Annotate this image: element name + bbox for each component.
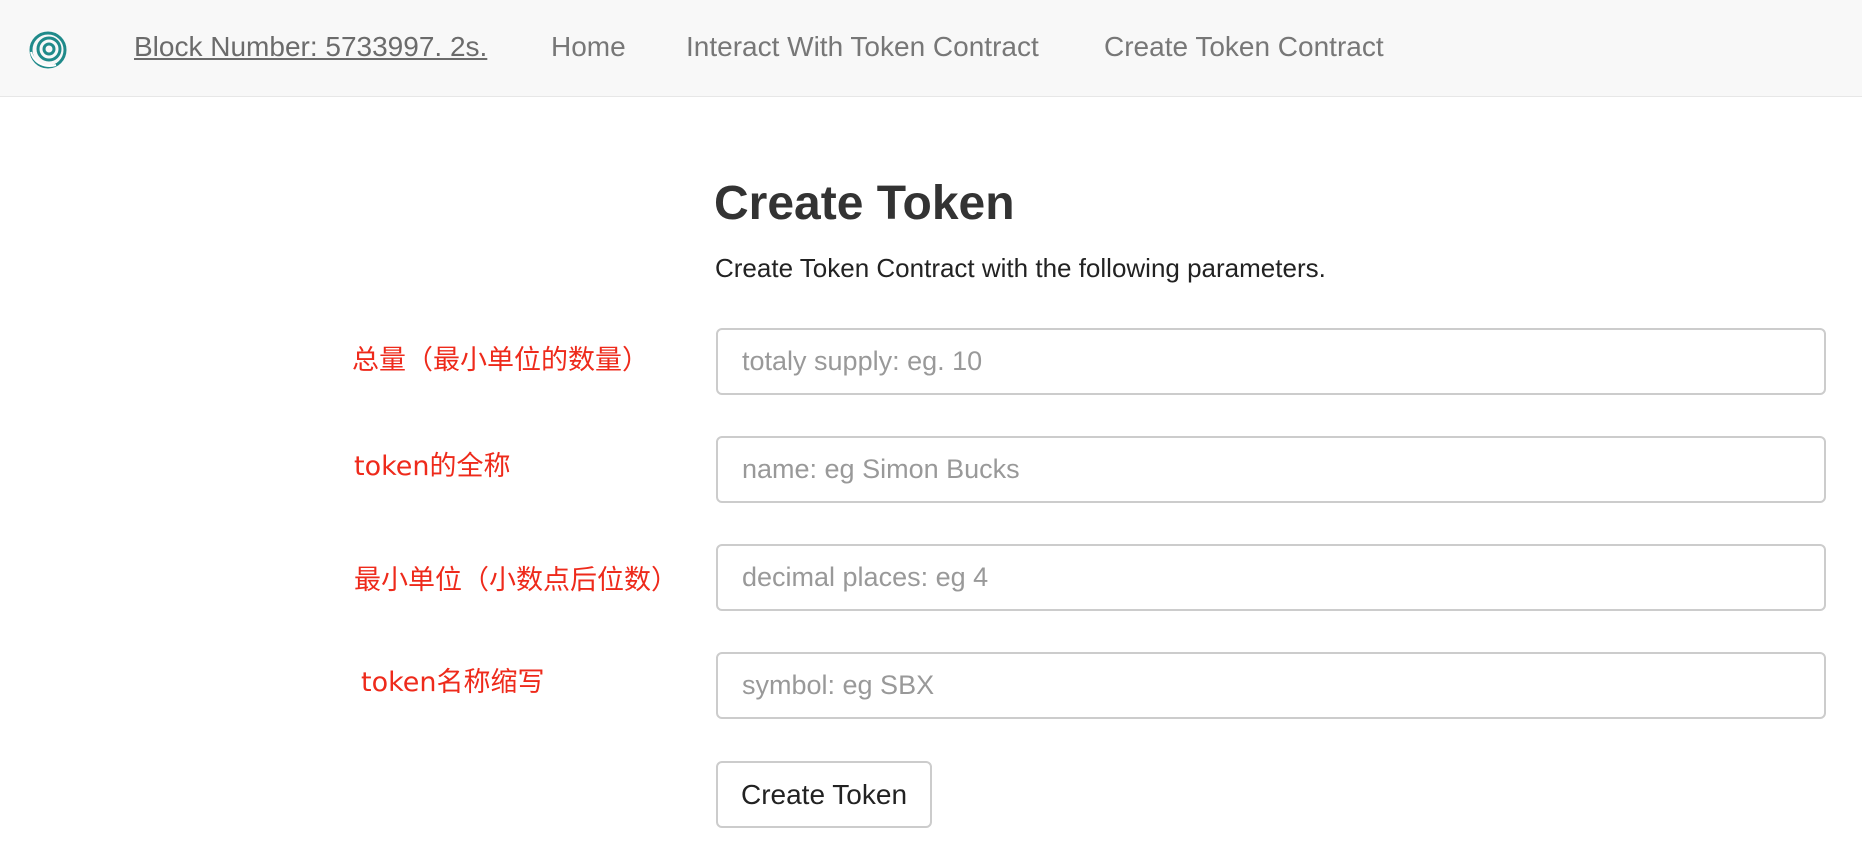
total-supply-annotation: 总量（最小单位的数量） xyxy=(352,345,649,376)
page-description: Create Token Contract with the following… xyxy=(715,253,1326,283)
token-symbol-annotation: token名称缩写 xyxy=(361,667,545,698)
block-number-link[interactable]: Block Number: 5733997. 2s. xyxy=(134,30,487,64)
decimal-places-input[interactable] xyxy=(716,544,1826,611)
nav-interact-token-link[interactable]: Interact With Token Contract xyxy=(686,30,1039,64)
token-name-annotation: token的全称 xyxy=(354,451,511,482)
spiral-logo-icon[interactable] xyxy=(28,30,68,70)
token-symbol-input[interactable] xyxy=(716,652,1826,719)
token-name-input[interactable] xyxy=(716,436,1826,503)
nav-create-token-link[interactable]: Create Token Contract xyxy=(1104,30,1384,64)
navbar: Block Number: 5733997. 2s. Home Interact… xyxy=(0,0,1862,97)
decimal-places-annotation: 最小单位（小数点后位数） xyxy=(354,565,678,596)
nav-home-link[interactable]: Home xyxy=(551,30,626,64)
total-supply-input[interactable] xyxy=(716,328,1826,395)
page-title: Create Token xyxy=(714,177,1015,230)
create-token-button[interactable]: Create Token xyxy=(716,761,932,828)
